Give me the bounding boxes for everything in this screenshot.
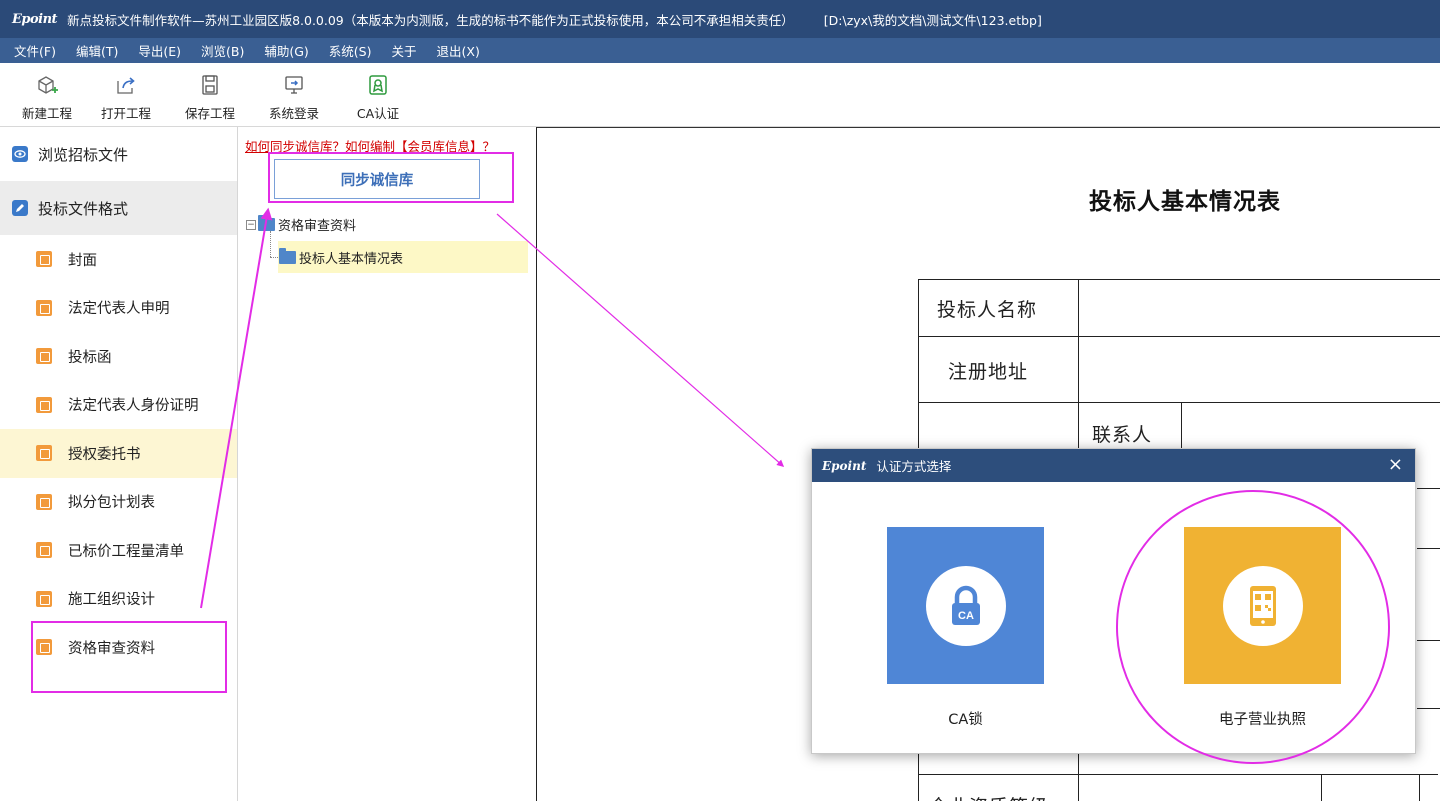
save-project-button[interactable]: 保存工程 xyxy=(168,73,252,126)
table-line xyxy=(918,336,1440,337)
ca-cert-icon xyxy=(366,73,390,97)
save-project-label: 保存工程 xyxy=(184,106,235,121)
open-project-button[interactable]: 打开工程 xyxy=(84,73,168,126)
table-line xyxy=(918,774,1078,775)
open-project-label: 打开工程 xyxy=(100,106,151,121)
lock-doc-icon xyxy=(36,590,52,607)
nav-item-legal-rep-statement[interactable]: 法定代表人申明 xyxy=(0,284,237,333)
nav-item-cover[interactable]: 封面 xyxy=(0,235,237,284)
ca-lock-tile[interactable]: CA xyxy=(887,527,1044,684)
nav-item-label: 法定代表人申明 xyxy=(68,301,170,318)
table-line xyxy=(1419,774,1420,801)
nav-item-label: 施工组织设计 xyxy=(68,592,155,609)
new-project-icon xyxy=(35,73,59,97)
doc-icon xyxy=(36,299,52,316)
tree-connector xyxy=(270,257,278,258)
folder-icon xyxy=(258,215,275,231)
menu-bar: 文件(F) 编辑(T) 导出(E) 浏览(B) 辅助(G) 系统(S) 关于 退… xyxy=(0,38,1440,63)
edit-icon xyxy=(12,200,28,216)
nav-bid-format[interactable]: 投标文件格式 xyxy=(0,181,237,235)
nav-item-label: 授权委托书 xyxy=(68,446,141,463)
menu-export[interactable]: 导出(E) xyxy=(138,41,181,60)
annotation-box-qualification xyxy=(31,621,227,693)
doc-icon xyxy=(36,493,52,510)
document-title: 投标人基本情况表 xyxy=(1089,189,1281,215)
menu-system[interactable]: 系统(S) xyxy=(329,41,372,60)
menu-file[interactable]: 文件(F) xyxy=(14,41,56,60)
table-line xyxy=(1417,488,1440,489)
system-login-button[interactable]: 系统登录 xyxy=(252,73,336,126)
ca-badge: CA xyxy=(958,610,974,622)
menu-edit[interactable]: 编辑(T) xyxy=(76,41,118,60)
tree-root-qualification[interactable]: − 资格审查资料 xyxy=(246,215,356,234)
nav-item-bid-letter[interactable]: 投标函 xyxy=(0,332,237,381)
nav-item-label: 封面 xyxy=(68,252,97,269)
collapse-icon[interactable]: − xyxy=(246,219,256,230)
new-project-button[interactable]: 新建工程 xyxy=(10,73,84,126)
nav-format-label: 投标文件格式 xyxy=(38,199,129,218)
tree-root-label: 资格审查资料 xyxy=(278,219,357,234)
close-icon[interactable]: × xyxy=(1388,454,1403,475)
table-line xyxy=(1321,774,1322,801)
nav-browse-tender[interactable]: 浏览招标文件 xyxy=(0,127,237,181)
nav-item-authorization[interactable]: 授权委托书 xyxy=(0,429,237,478)
eye-icon xyxy=(12,146,28,162)
dialog-title: 认证方式选择 xyxy=(876,459,952,474)
ca-cert-button[interactable]: CA认证 xyxy=(336,73,420,126)
menu-about[interactable]: 关于 xyxy=(392,41,417,60)
toolbar: 新建工程 打开工程 保存工程 系统登录 CA认证 xyxy=(0,63,1440,127)
left-nav: 浏览招标文件 投标文件格式 封面 法定代表人申明 投标函 法定代表人身份证明 授… xyxy=(0,127,238,801)
doc-icon xyxy=(36,251,52,268)
table-line xyxy=(1417,640,1440,641)
file-path: [D:\zyx\我的文档\测试文件\123.etbp] xyxy=(823,12,1042,28)
doc-icon xyxy=(36,396,52,413)
search-doc-icon xyxy=(36,542,52,559)
cell-registered-address: 注册地址 xyxy=(948,361,1029,383)
open-project-icon xyxy=(114,73,138,97)
nav-item-priced-bill[interactable]: 已标价工程量清单 xyxy=(0,526,237,575)
option-ca-label: CA锁 xyxy=(948,712,983,728)
tree-item-bidder-info[interactable]: 投标人基本情况表 xyxy=(278,241,528,273)
nav-item-construction-design[interactable]: 施工组织设计 xyxy=(0,575,237,624)
folder-icon xyxy=(279,247,296,264)
nav-item-legal-rep-id[interactable]: 法定代表人身份证明 xyxy=(0,381,237,430)
table-line xyxy=(1417,548,1440,549)
nav-item-subcontract-plan[interactable]: 拟分包计划表 xyxy=(0,478,237,527)
doc-icon xyxy=(36,348,52,365)
login-icon xyxy=(282,73,306,97)
nav-item-label: 拟分包计划表 xyxy=(68,495,155,512)
cell-qualification-level: 企业资质等级 xyxy=(929,792,1049,801)
table-line xyxy=(1181,402,1182,450)
nav-item-label: 投标函 xyxy=(68,349,112,366)
menu-assist[interactable]: 辅助(G) xyxy=(264,41,308,60)
cell-bidder-name: 投标人名称 xyxy=(937,299,1038,321)
table-line xyxy=(1078,774,1438,775)
dialog-title-bar: Epoint 认证方式选择 × xyxy=(812,449,1415,482)
app-logo: Epoint xyxy=(12,11,58,27)
nav-browse-label: 浏览招标文件 xyxy=(38,145,129,164)
save-icon xyxy=(198,73,222,97)
tree-child-label: 投标人基本情况表 xyxy=(299,251,404,267)
table-line xyxy=(1417,708,1440,709)
table-line xyxy=(918,402,1440,403)
ca-cert-label: CA认证 xyxy=(356,106,400,121)
system-login-label: 系统登录 xyxy=(268,106,319,121)
dialog-logo: Epoint xyxy=(822,458,867,473)
window-title-bar: Epoint 新点投标文件制作软件—苏州工业园区版8.0.0.09（本版本为内测… xyxy=(0,0,1440,38)
annotation-box-sync xyxy=(268,152,514,203)
cell-contact: 联系人 xyxy=(1092,424,1153,446)
table-line xyxy=(918,279,1440,280)
menu-browse[interactable]: 浏览(B) xyxy=(201,41,244,60)
nav-item-label: 已标价工程量清单 xyxy=(68,543,184,560)
option-ca-lock[interactable]: CA CA锁 xyxy=(887,527,1044,729)
doc-icon xyxy=(36,445,52,462)
new-project-label: 新建工程 xyxy=(21,106,72,121)
nav-item-label: 法定代表人身份证明 xyxy=(68,398,199,415)
annotation-circle-e-license xyxy=(1116,490,1390,764)
window-title: 新点投标文件制作软件—苏州工业园区版8.0.0.09（本版本为内测版，生成的标书… xyxy=(67,12,794,28)
tree-connector xyxy=(270,231,271,257)
menu-exit[interactable]: 退出(X) xyxy=(437,41,480,60)
middle-panel: 如何同步诚信库？如何编制【会员库信息】？ 同步诚信库 − 资格审查资料 投标人基… xyxy=(238,127,536,801)
ca-lock-icon: CA xyxy=(925,565,1006,646)
